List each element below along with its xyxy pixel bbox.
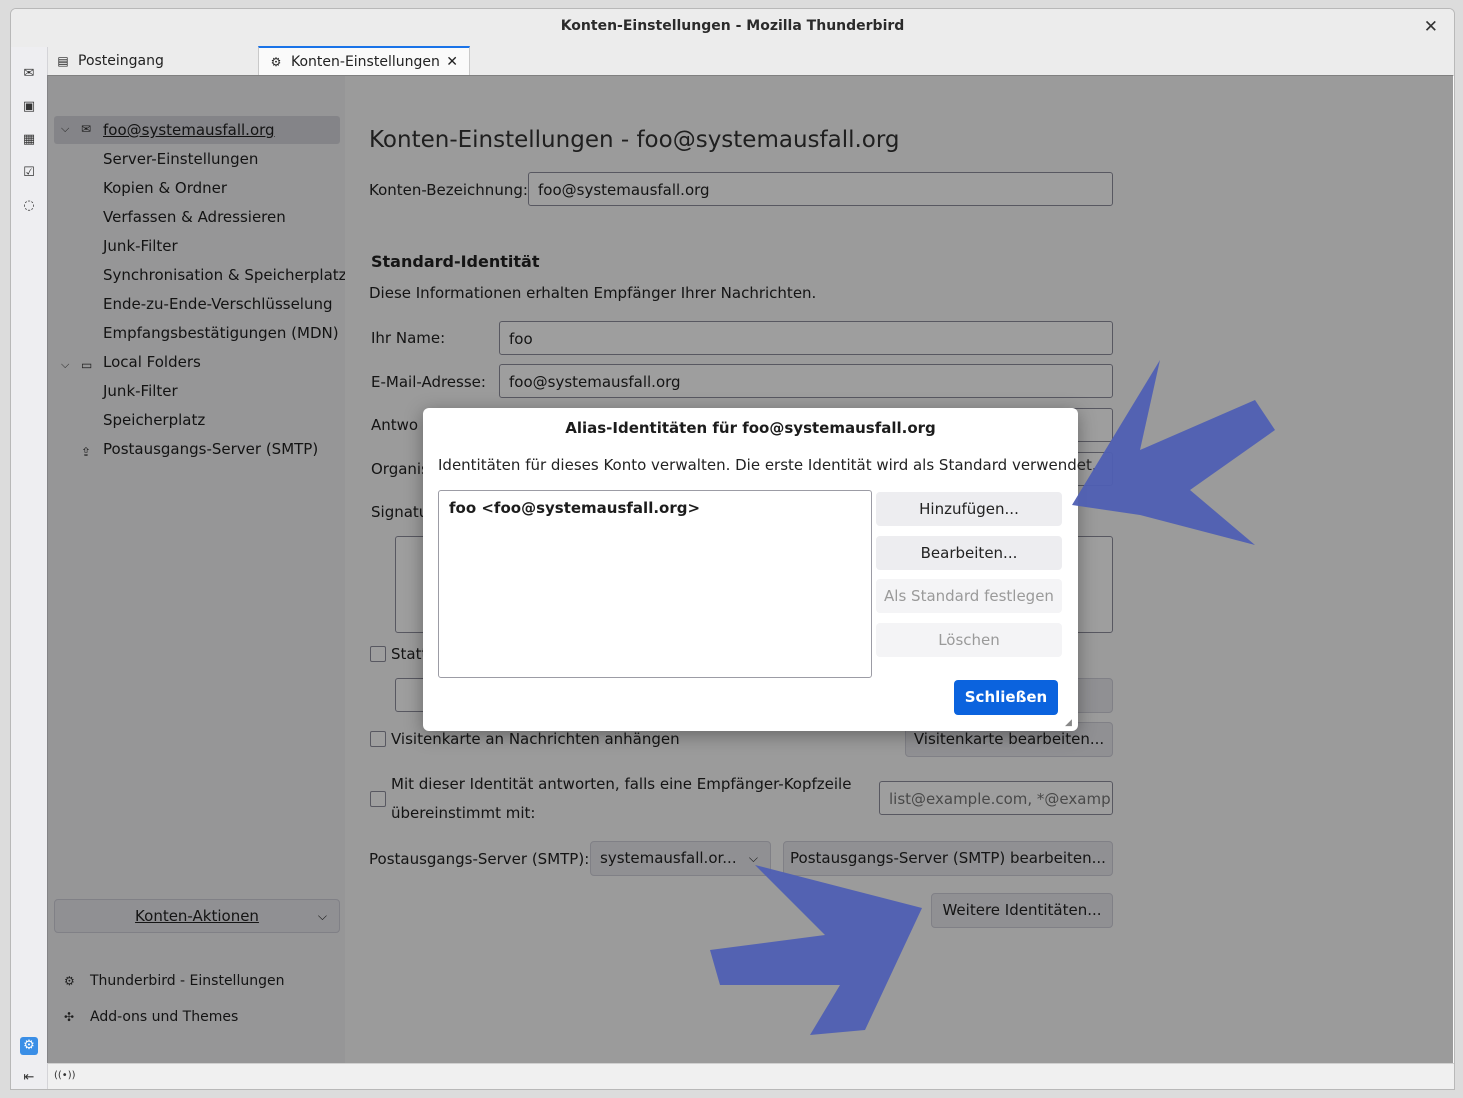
window-title: Konten-Einstellungen - Mozilla Thunderbi…	[560, 18, 905, 34]
delete-identity-button[interactable]: Löschen	[876, 623, 1062, 657]
tab-inbox-label: Posteingang	[78, 53, 164, 69]
tab-close-icon[interactable]: ✕	[446, 48, 458, 76]
tab-account-settings-label: Konten-Einstellungen	[291, 54, 440, 70]
mail-icon[interactable]: ✉	[20, 65, 38, 83]
spaces-toolbar: ✉ ▣ ▦ ☑ ◌ ⚙ ⇤	[11, 47, 48, 1089]
tab-account-settings[interactable]: ⚙ Konten-Einstellungen ✕	[258, 46, 470, 75]
identity-list[interactable]: foo <foo@systemausfall.org>	[438, 490, 872, 678]
edit-identity-button[interactable]: Bearbeiten...	[876, 536, 1062, 570]
window-close-icon[interactable]: ✕	[1424, 17, 1438, 37]
annotation-arrow-bottom	[710, 865, 922, 1035]
title-bar: Konten-Einstellungen - Mozilla Thunderbi…	[11, 9, 1454, 48]
collapse-icon[interactable]: ⇤	[20, 1069, 38, 1087]
annotation-arrow-top	[1072, 360, 1275, 545]
resize-grip-icon[interactable]: ◢	[1065, 718, 1075, 728]
address-book-icon[interactable]: ▣	[20, 98, 38, 116]
status-bar: ((•))	[48, 1063, 1454, 1089]
settings-gear-icon[interactable]: ⚙	[20, 1037, 38, 1055]
dialog-title: Alias-Identitäten für foo@systemausfall.…	[565, 419, 936, 437]
add-identity-button[interactable]: Hinzufügen...	[876, 492, 1062, 526]
tab-strip: ▤ Posteingang ⚙ Konten-Einstellungen ✕	[48, 46, 1454, 76]
alias-identities-dialog: Alias-Identitäten für foo@systemausfall.…	[423, 408, 1097, 731]
calendar-icon[interactable]: ▦	[20, 131, 38, 149]
tab-inbox[interactable]: ▤ Posteingang	[56, 47, 256, 75]
dialog-description: Identitäten für dieses Konto verwalten. …	[438, 456, 1097, 474]
set-default-button[interactable]: Als Standard festlegen	[876, 579, 1062, 613]
close-dialog-button[interactable]: Schließen	[954, 680, 1058, 715]
list-item[interactable]: foo <foo@systemausfall.org>	[449, 499, 700, 517]
inbox-icon: ▤	[57, 54, 69, 68]
online-status-icon[interactable]: ((•))	[54, 1070, 76, 1081]
tasks-icon[interactable]: ☑	[20, 164, 38, 182]
chat-icon[interactable]: ◌	[20, 197, 38, 215]
gear-icon: ⚙	[270, 55, 282, 69]
